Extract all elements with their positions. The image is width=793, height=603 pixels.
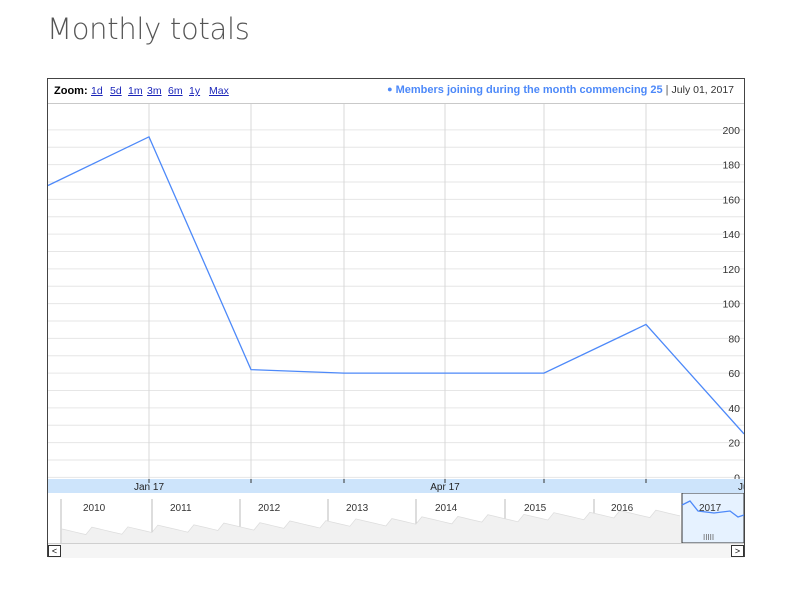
x-tick-label: Apr 17	[430, 482, 460, 493]
y-tick-label: 40	[728, 403, 740, 415]
y-tick-label: 100	[722, 299, 740, 311]
range-scrollbar[interactable]: < >	[48, 543, 744, 558]
y-tick-label: 200	[722, 125, 740, 137]
chart-toolbar: Zoom: 1d 5d 1m 3m 6m 1y Max ● Members joi…	[48, 79, 744, 104]
zoom-max-link[interactable]: Max	[209, 85, 229, 97]
range-drag-handle-icon[interactable]: IIIII	[703, 533, 714, 542]
y-tick-label: 60	[728, 368, 740, 380]
zoom-1y-link[interactable]: 1y	[189, 85, 200, 97]
series-line	[48, 135, 744, 435]
y-tick-label: 160	[722, 194, 740, 206]
x-axis-band: Jan 17 Apr 17 Jul	[48, 479, 744, 493]
x-tick-label: Jul	[738, 482, 744, 493]
overview-year-label: 2010	[83, 503, 106, 514]
overview-year-label: 2013	[346, 503, 369, 514]
zoom-1m-link[interactable]: 1m	[128, 85, 143, 97]
y-tick-label: 120	[722, 264, 740, 276]
page-title: Monthly totals	[47, 12, 250, 46]
zoom-5d-link[interactable]: 5d	[110, 85, 122, 97]
overview-year-label: 2014	[435, 503, 458, 514]
zoom-1d-link[interactable]: 1d	[91, 85, 103, 97]
scroll-right-icon[interactable]: >	[731, 545, 744, 557]
range-overview[interactable]: 2010 2011 2012 2013 2014 2015 2016 2017 IIIII	[48, 493, 744, 543]
plot-area: 020406080100120140160180200	[48, 104, 744, 493]
chart-legend: ● Members joining during the month commen…	[387, 84, 734, 96]
scroll-left-icon[interactable]: <	[48, 545, 61, 557]
y-tick-label: 20	[728, 438, 740, 450]
zoom-3m-link[interactable]: 3m	[147, 85, 162, 97]
legend-separator: |	[665, 84, 669, 96]
y-tick-label: 80	[728, 333, 740, 345]
overview-year-label: 2017	[699, 503, 722, 514]
overview-year-label: 2016	[611, 503, 634, 514]
overview-year-label: 2015	[524, 503, 547, 514]
overview-year-label: 2011	[170, 503, 192, 514]
legend-date: July 01, 2017	[671, 84, 734, 96]
x-tick-label: Jan 17	[134, 482, 164, 493]
annotated-timeline-chart: Zoom: 1d 5d 1m 3m 6m 1y Max ● Members joi…	[47, 78, 745, 558]
zoom-label: Zoom:	[54, 85, 88, 97]
zoom-6m-link[interactable]: 6m	[168, 85, 183, 97]
legend-series-name: Members joining during the month commenc…	[395, 84, 663, 96]
overview-year-label: 2012	[258, 503, 281, 514]
y-tick-label: 180	[722, 160, 740, 172]
legend-marker-icon: ●	[387, 84, 393, 94]
y-tick-label: 140	[722, 229, 740, 241]
